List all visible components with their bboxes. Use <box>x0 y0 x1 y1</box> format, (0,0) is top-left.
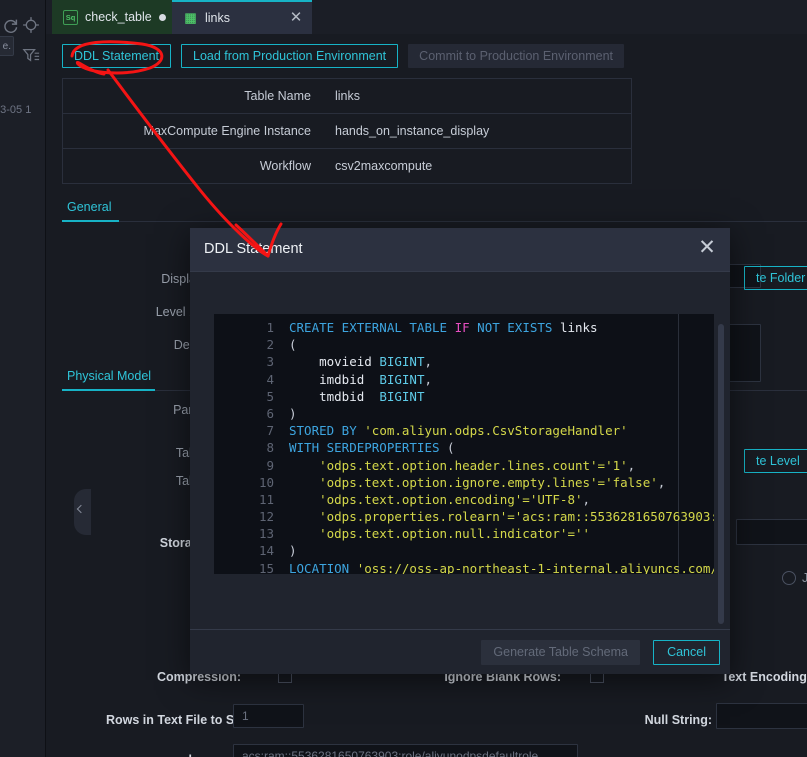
code-token: ) <box>289 543 297 559</box>
line-number: 10 <box>258 474 274 490</box>
line-number: 1 <box>266 320 274 335</box>
code-line: 4 imdbid BIGINT, <box>266 371 714 389</box>
code-lines: 1 CREATE EXTERNAL TABLE IF NOT EXISTS lin… <box>259 320 714 574</box>
line-number: 9 <box>266 457 274 473</box>
code-token: BIGINT <box>379 354 425 370</box>
code-line: 5 tmdbid BIGINT <box>266 388 714 406</box>
code-line: 11 'odps.text.option.encoding'='UTF-8', <box>259 491 714 509</box>
code-token: CREATE EXTERNAL TABLE <box>289 320 455 335</box>
code-line: 3 movieid BIGINT, <box>266 354 714 371</box>
code-line: 7 STORED BY 'com.aliyun.odps.CsvStorageHa… <box>266 423 714 440</box>
code-token: 'odps.properties.rolearn'='acs:ram::5536… <box>289 509 714 525</box>
code-line: 6) <box>266 405 714 423</box>
code-line: 8 WITH SERDEPROPERTIES ( <box>266 440 714 457</box>
ddl-code-editor[interactable]: 1 CREATE EXTERNAL TABLE IF NOT EXISTS lin… <box>214 314 714 574</box>
line-number: 7 <box>266 423 274 439</box>
dialog-footer: Generate Table Schema Cancel <box>190 629 730 674</box>
code-token: , <box>424 354 432 370</box>
code-token: ( <box>447 440 455 456</box>
code-token: WITH SERDEPROPERTIES <box>289 440 448 456</box>
line-number: 14 <box>258 543 274 559</box>
line-number: 15 <box>258 560 274 574</box>
code-token: 'odps.text.option.ignore.empty.lines'='f… <box>289 474 658 490</box>
line-number: 5 <box>266 388 274 404</box>
code-token: STORED BY <box>289 423 365 439</box>
code-token: ) <box>289 405 297 421</box>
line-number: 8 <box>266 440 274 456</box>
code-token: imdbid <box>289 371 380 387</box>
code-token: , <box>657 474 666 490</box>
code-token: tmdbid <box>289 388 380 404</box>
code-token: BIGINT <box>379 388 425 404</box>
code-line: 13 'odps.text.option.null.indicator'='' <box>259 526 714 543</box>
code-token: BIGINT <box>379 371 425 387</box>
code-token: , <box>424 371 432 387</box>
code-token: , <box>582 491 591 507</box>
line-number: 2 <box>266 337 274 353</box>
code-token: 'odps.text.option.encoding'='UTF-8' <box>289 491 583 507</box>
code-token: IF <box>454 320 470 335</box>
code-line: 15 LOCATION 'oss://oss-ap-northeast-1-int… <box>259 560 714 574</box>
dialog-body: 1 CREATE EXTERNAL TABLE IF NOT EXISTS lin… <box>190 272 730 629</box>
code-line: 1 CREATE EXTERNAL TABLE IF NOT EXISTS lin… <box>266 320 714 337</box>
code-token: 'com.aliyun.odps.CsvStorageHandler' <box>364 423 628 439</box>
code-line: 9 'odps.text.option.header.lines.count'=… <box>266 457 714 475</box>
code-token: 'odps.text.option.null.indicator'='' <box>289 526 591 542</box>
line-number: 13 <box>258 526 274 542</box>
code-token: links <box>559 320 598 335</box>
ddl-statement-dialog: DDL Statement ✕ 1 CREATE EXTERNAL TABLE I… <box>190 228 730 674</box>
code-token: movieid <box>289 354 380 370</box>
code-token: NOT EXISTS <box>469 320 560 335</box>
code-line: 12 'odps.properties.rolearn'='acs:ram::5… <box>259 509 714 526</box>
line-number: 4 <box>266 371 274 387</box>
line-number: 6 <box>266 405 274 421</box>
dialog-title: DDL Statement <box>204 241 303 257</box>
line-number: 3 <box>266 354 274 370</box>
code-token: 'odps.text.option.header.lines.count'='1… <box>289 457 628 473</box>
code-line: 10 'odps.text.option.ignore.empty.lines'… <box>259 474 714 492</box>
code-token: ( <box>289 337 297 353</box>
code-line: 14) <box>259 543 714 560</box>
line-number: 11 <box>258 491 274 507</box>
generate-table-schema-button: Generate Table Schema <box>481 640 640 665</box>
code-token: 'oss://oss-ap-northeast-1-internal.aliyu… <box>356 560 714 574</box>
code-token: , <box>627 457 636 473</box>
code-token: LOCATION <box>289 560 357 574</box>
code-line: 2( <box>266 337 714 354</box>
line-number: 12 <box>258 509 274 525</box>
dialog-header: DDL Statement ✕ <box>190 228 730 272</box>
dialog-scrollbar[interactable] <box>718 324 724 624</box>
cancel-button[interactable]: Cancel <box>653 640 720 665</box>
close-icon[interactable]: ✕ <box>696 237 718 260</box>
